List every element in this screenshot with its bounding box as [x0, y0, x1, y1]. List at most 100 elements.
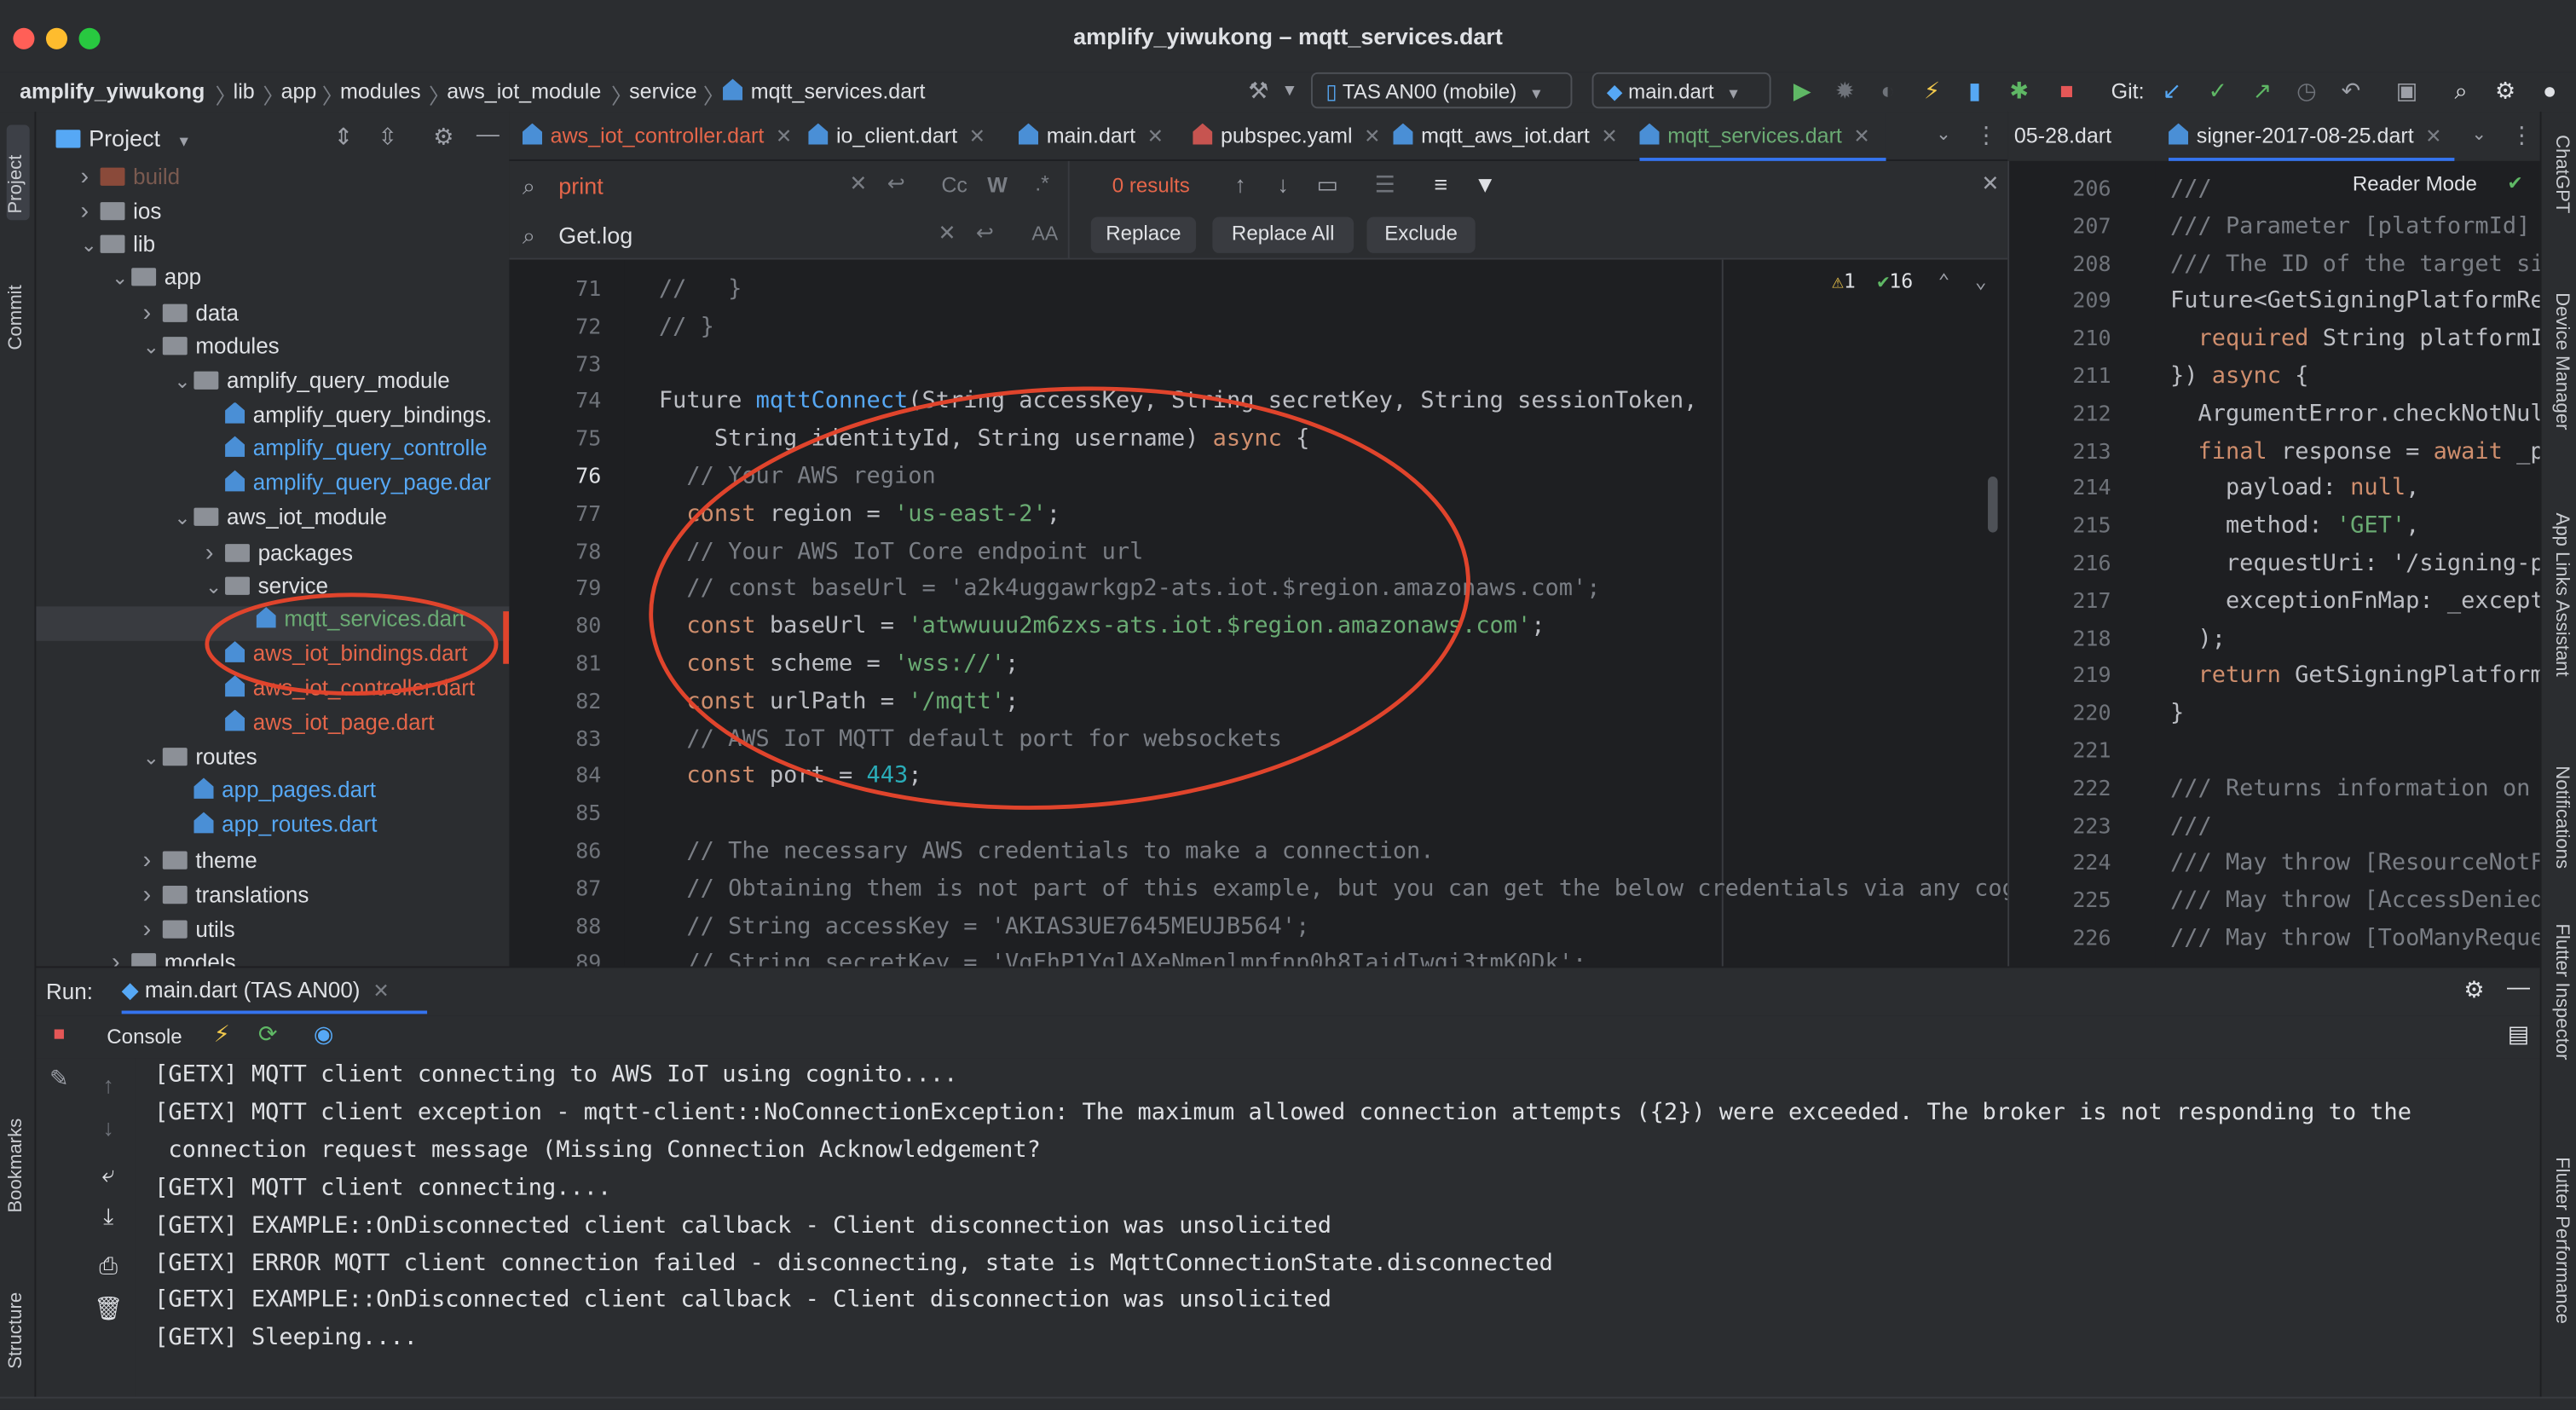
- tree-folder[interactable]: › packages: [205, 539, 353, 573]
- flutter-performance-tool-button[interactable]: Flutter Performance: [2551, 1157, 2571, 1324]
- more-options-icon[interactable]: ⋮: [1972, 122, 2001, 150]
- breadcrumb-project[interactable]: amplify_yiwukong: [20, 79, 205, 104]
- vertical-scrollbar[interactable]: [1988, 477, 1998, 533]
- debug-icon[interactable]: ✹: [1830, 78, 1860, 106]
- chatgpt-tool-button[interactable]: ChatGPT: [2551, 135, 2571, 213]
- hot-reload-icon[interactable]: ⚡: [207, 1020, 237, 1049]
- chevron-down-icon[interactable]: ⌄: [143, 745, 163, 768]
- flutter-inspector-tool-button[interactable]: Flutter Inspector: [2551, 923, 2571, 1060]
- tree-folder[interactable]: › theme: [143, 847, 257, 881]
- tree-file[interactable]: app_routes.dart: [174, 812, 377, 847]
- chevron-down-icon[interactable]: ⌄: [112, 267, 131, 290]
- bookmarks-tool-button[interactable]: Bookmarks: [7, 1118, 26, 1213]
- replace-input[interactable]: Get.log: [558, 222, 632, 248]
- tree-folder[interactable]: ⌄ app: [112, 265, 201, 299]
- pin-icon[interactable]: ✎: [44, 1065, 74, 1093]
- filter-icon[interactable]: ▼: [1470, 170, 1500, 197]
- breadcrumb-aws-iot-module[interactable]: aws_iot_module: [447, 79, 601, 104]
- project-panel-title[interactable]: Project ▼: [55, 125, 191, 151]
- git-commit-icon[interactable]: ✓: [2203, 78, 2233, 106]
- exclude-button[interactable]: Exclude: [1366, 217, 1476, 253]
- regex-toggle[interactable]: .*: [1035, 170, 1049, 195]
- rollback-icon[interactable]: ↶: [2336, 78, 2366, 106]
- clear-search-icon[interactable]: ✕: [849, 170, 867, 197]
- close-tab-icon[interactable]: ✕: [969, 125, 985, 148]
- console-tab[interactable]: Console: [107, 1026, 182, 1049]
- commit-tool-button[interactable]: Commit: [7, 285, 26, 350]
- editor-tab[interactable]: mqtt_services.dart ✕: [1639, 112, 1886, 161]
- close-tab-icon[interactable]: ✕: [1853, 125, 1869, 148]
- minimize-panel-icon[interactable]: —: [473, 120, 503, 147]
- chevron-down-icon[interactable]: ▼: [1275, 82, 1305, 100]
- clear-replace-icon[interactable]: ✕: [938, 220, 956, 246]
- chevron-up-icon[interactable]: ⌃: [1938, 269, 1949, 292]
- app-links-tool-button[interactable]: App Links Assistant: [2551, 512, 2571, 676]
- right-code-editor[interactable]: Reader Mode ✔ /// /// Parameter [platform…: [2155, 160, 2540, 967]
- preserve-case-toggle[interactable]: AA: [1031, 222, 1058, 245]
- breadcrumb-lib[interactable]: lib: [234, 79, 255, 104]
- git-push-icon[interactable]: ↗: [2248, 78, 2278, 106]
- editor-tab[interactable]: main.dart ✕: [1018, 112, 1183, 161]
- replace-button[interactable]: Replace: [1090, 217, 1197, 253]
- print-icon[interactable]: ⎙: [94, 1252, 124, 1280]
- structure-tool-button[interactable]: Structure: [7, 1292, 26, 1369]
- collapse-all-icon[interactable]: ⇳: [373, 124, 402, 152]
- close-tab-icon[interactable]: ✕: [1601, 125, 1617, 148]
- run-config-selector[interactable]: ◆ main.dart ▼: [1591, 72, 1771, 109]
- console-output[interactable]: [GETX] MQTT client connecting to AWS IoT…: [135, 1058, 2540, 1397]
- tree-folder[interactable]: › data: [143, 299, 239, 333]
- tree-file[interactable]: aws_iot_page.dart: [205, 709, 435, 743]
- gear-icon[interactable]: ⚙: [429, 124, 459, 152]
- tree-folder[interactable]: › ios: [80, 197, 161, 231]
- chevron-down-icon[interactable]: ⌄: [80, 233, 100, 256]
- editor-tab[interactable]: pubspec.yaml ✕: [1193, 112, 1383, 161]
- right-tab-date[interactable]: 05-28.dart: [2014, 112, 2111, 161]
- tree-folder[interactable]: ⌄ modules: [143, 333, 280, 367]
- editor-tab[interactable]: io_client.dart ✕: [808, 112, 1008, 161]
- hot-restart-icon[interactable]: ⟳: [253, 1020, 283, 1049]
- close-tab-icon[interactable]: ✕: [776, 125, 792, 148]
- arrow-down-icon[interactable]: ↓: [1268, 170, 1298, 197]
- tree-folder[interactable]: ⌄ aws_iot_module: [174, 505, 387, 539]
- breadcrumb-app[interactable]: app: [281, 79, 317, 104]
- close-tab-icon[interactable]: ✕: [373, 979, 389, 1003]
- replace-all-button[interactable]: Replace All: [1212, 217, 1354, 253]
- expand-all-icon[interactable]: ⇕: [328, 124, 358, 152]
- match-case-toggle[interactable]: Cc: [941, 172, 967, 197]
- close-tab-icon[interactable]: ✕: [2425, 125, 2441, 148]
- breadcrumb-service[interactable]: service: [629, 79, 696, 104]
- chevron-down-icon[interactable]: ⌄: [1975, 269, 1987, 292]
- chevron-down-icon[interactable]: ⌄: [143, 335, 163, 358]
- trash-icon[interactable]: 🗑: [94, 1295, 124, 1323]
- filter-options-icon[interactable]: ≡: [1426, 170, 1456, 197]
- editor-tab[interactable]: aws_iot_controller.dart ✕: [522, 112, 802, 161]
- chevron-right-icon[interactable]: ›: [143, 299, 163, 327]
- minimize-panel-icon[interactable]: —: [2504, 973, 2533, 999]
- chevron-right-icon[interactable]: ›: [143, 881, 163, 909]
- chevron-right-icon[interactable]: ›: [80, 197, 100, 225]
- devtools-icon[interactable]: ◉: [309, 1020, 338, 1049]
- tree-folder[interactable]: ⌄ lib: [80, 231, 155, 265]
- code-editor[interactable]: // }// } Future mqttConnect(String access…: [624, 259, 2008, 967]
- attach-debugger-icon[interactable]: ▮: [1960, 78, 1990, 106]
- tree-folder[interactable]: › utils: [143, 915, 235, 949]
- stop-icon[interactable]: ■: [2052, 78, 2082, 104]
- tree-folder[interactable]: › build: [80, 163, 180, 197]
- layout-icon[interactable]: ▤: [2504, 1020, 2533, 1049]
- scroll-to-end-icon[interactable]: ⤓: [94, 1203, 124, 1231]
- notifications-tool-button[interactable]: Notifications: [2551, 766, 2571, 869]
- arrow-down-icon[interactable]: ↓: [94, 1114, 124, 1141]
- close-tab-icon[interactable]: ✕: [1147, 125, 1164, 148]
- editor-tab[interactable]: mqtt_aws_iot.dart ✕: [1393, 112, 1630, 161]
- git-update-icon[interactable]: ↙: [2157, 78, 2187, 106]
- chevron-down-icon[interactable]: ⌄: [1929, 124, 1959, 145]
- profile-icon[interactable]: ◐: [1873, 78, 1903, 104]
- history-icon[interactable]: ◷: [2292, 78, 2322, 106]
- new-line-icon[interactable]: ↩: [976, 220, 994, 246]
- close-find-icon[interactable]: ✕: [1981, 170, 1999, 197]
- project-tool-button[interactable]: Project: [7, 155, 26, 214]
- chevron-down-icon[interactable]: ⌄: [174, 506, 193, 529]
- new-line-icon[interactable]: ↩: [887, 170, 905, 197]
- tree-file[interactable]: amplify_query_page.dar: [205, 470, 491, 505]
- search-input[interactable]: print: [558, 172, 603, 199]
